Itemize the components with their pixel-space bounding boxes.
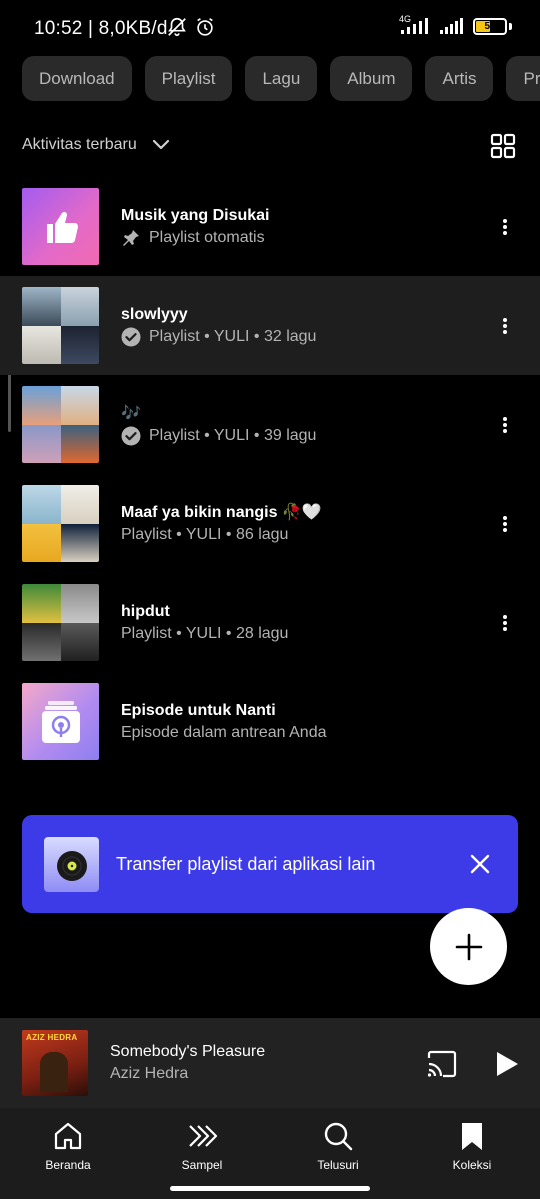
battery-icon: 50 <box>473 17 507 35</box>
add-button[interactable] <box>430 908 507 985</box>
downloaded-icon <box>121 327 141 346</box>
library-list: Musik yang Disukai Playlist otomatis slowl… <box>0 177 540 771</box>
home-indicator <box>170 1186 370 1191</box>
signal-4g-icon: 4G <box>399 14 431 35</box>
album-art: AZIZ HEDRA <box>22 1030 88 1096</box>
item-subtitle: Playlist • YULI • 32 lagu <box>121 326 316 348</box>
item-title: slowlyyy <box>121 305 188 323</box>
sort-row: Aktivitas terbaru <box>22 128 518 162</box>
mini-player[interactable]: AZIZ HEDRA Somebody's Pleasure Aziz Hedr… <box>0 1018 540 1108</box>
item-subtitle: Playlist • YULI • 28 lagu <box>121 624 289 642</box>
item-title: Episode untuk Nanti <box>121 701 276 719</box>
nav-item-home[interactable]: Beranda <box>18 1120 118 1172</box>
chip-artis[interactable]: Artis <box>425 56 494 101</box>
podcast-icon <box>22 683 99 760</box>
list-item[interactable]: 🎶 Playlist • YULI • 39 lagu <box>0 375 540 474</box>
list-item[interactable]: Episode untuk Nanti Episode dalam antrean… <box>0 672 540 771</box>
home-icon <box>54 1122 82 1150</box>
banner-text: Transfer playlist dari aplikasi lain <box>116 853 376 874</box>
thumbs-up-icon <box>22 188 99 265</box>
vinyl-icon <box>44 836 99 892</box>
item-subtitle: Episode dalam antrean Anda <box>121 723 327 741</box>
chip-lagu[interactable]: Lagu <box>245 56 318 101</box>
playlist-cover <box>22 584 99 661</box>
more-options-icon[interactable] <box>500 217 510 237</box>
play-icon[interactable] <box>494 1050 520 1078</box>
list-item[interactable]: hipdut Playlist • YULI • 28 lagu <box>0 573 540 672</box>
signal-icon <box>440 18 463 34</box>
playlist-cover <box>22 287 99 364</box>
status-time: 10:52 | 8,0KB/d <box>34 18 168 39</box>
chip-download[interactable]: Download <box>22 56 132 101</box>
nav-item-library[interactable]: Koleksi <box>422 1120 522 1172</box>
more-options-icon[interactable] <box>500 514 510 534</box>
chip-album[interactable]: Album <box>330 56 413 101</box>
library-icon <box>462 1123 482 1150</box>
item-title: hipdut <box>121 602 170 620</box>
samples-icon <box>189 1125 218 1147</box>
track-title: Somebody's Pleasure <box>110 1043 266 1060</box>
transfer-banner[interactable]: Transfer playlist dari aplikasi lain <box>22 815 518 913</box>
chip-profil[interactable]: Profil <box>506 56 540 101</box>
more-options-icon[interactable] <box>500 613 510 633</box>
filter-chips: Download Playlist Lagu Album Artis Profil <box>22 56 540 101</box>
downloaded-icon <box>121 426 141 445</box>
status-bar: 10:52 | 8,0KB/d 4G 50 <box>0 0 540 56</box>
playlist-cover <box>22 485 99 562</box>
item-subtitle: Playlist • YULI • 86 lagu <box>121 525 289 543</box>
item-title: Musik yang Disukai <box>121 206 270 224</box>
item-title: Maaf ya bikin nangis 🥀🤍 <box>121 503 322 521</box>
list-item[interactable]: Maaf ya bikin nangis 🥀🤍 Playlist • YULI •… <box>0 474 540 573</box>
list-item[interactable]: Musik yang Disukai Playlist otomatis <box>0 177 540 276</box>
bottom-nav: Beranda Sampel Telusuri Koleksi <box>0 1108 540 1199</box>
playlist-cover <box>22 386 99 463</box>
more-options-icon[interactable] <box>500 415 510 435</box>
sort-label[interactable]: Aktivitas terbaru <box>22 136 137 154</box>
plus-icon <box>455 933 482 960</box>
search-icon <box>324 1122 353 1151</box>
nav-item-samples[interactable]: Sampel <box>152 1120 252 1172</box>
track-artist: Aziz Hedra <box>110 1065 189 1082</box>
cast-icon[interactable] <box>426 1050 458 1078</box>
list-item[interactable]: slowlyyy Playlist • YULI • 32 lagu <box>0 276 540 375</box>
pin-icon <box>123 229 139 246</box>
close-icon[interactable] <box>468 852 492 876</box>
item-subtitle: Playlist • YULI • 39 lagu <box>121 425 316 447</box>
chevron-down-icon[interactable] <box>149 133 173 157</box>
chip-playlist[interactable]: Playlist <box>144 56 233 101</box>
nav-item-search[interactable]: Telusuri <box>288 1120 388 1172</box>
more-options-icon[interactable] <box>500 316 510 336</box>
item-title: 🎶 <box>121 404 141 422</box>
alarm-icon <box>197 18 213 36</box>
mute-vibrate-icon <box>168 17 186 37</box>
item-subtitle: Playlist otomatis <box>121 227 270 249</box>
grid-view-icon[interactable] <box>490 133 516 159</box>
